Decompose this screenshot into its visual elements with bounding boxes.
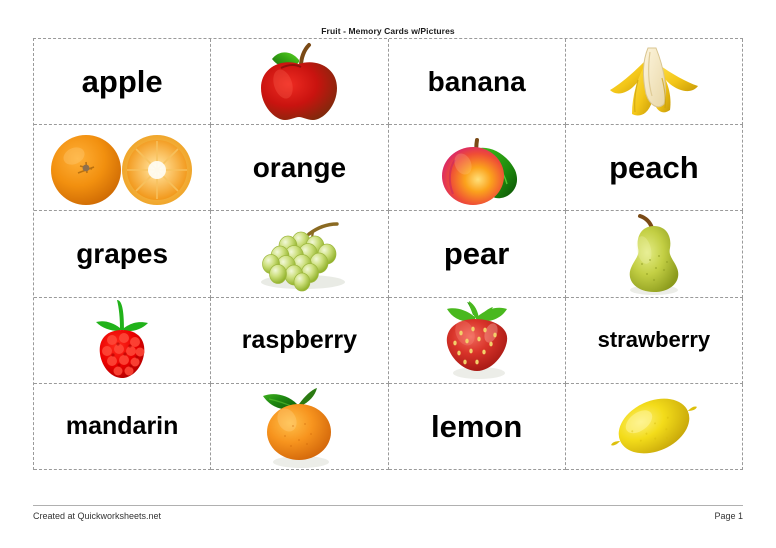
- lemon-icon: [566, 384, 742, 469]
- memory-card-picture[interactable]: [34, 297, 212, 384]
- footer-divider: [33, 505, 743, 506]
- page-title: Fruit - Memory Cards w/Pictures: [321, 26, 455, 36]
- card-word-label: banana: [427, 65, 526, 97]
- card-word-label: mandarin: [65, 411, 179, 440]
- memory-card-word[interactable]: strawberry: [565, 297, 743, 384]
- memory-card-picture[interactable]: [565, 211, 743, 298]
- memory-card-picture[interactable]: [211, 39, 389, 126]
- apple-icon: [211, 39, 387, 124]
- memory-card-picture[interactable]: [565, 383, 743, 470]
- memory-card-picture[interactable]: [388, 125, 566, 212]
- memory-card-picture[interactable]: [565, 39, 743, 126]
- memory-card-word[interactable]: peach: [565, 125, 743, 212]
- strawberry-icon: [389, 298, 565, 383]
- memory-card-word[interactable]: banana: [388, 39, 566, 126]
- memory-card-grid: apple banana orange peach grapes pear ra…: [33, 38, 743, 470]
- peach-icon: [389, 125, 565, 210]
- worksheet-page: Fruit - Memory Cards w/Pictures apple ba…: [0, 0, 776, 548]
- banana-icon: [566, 39, 742, 124]
- memory-card-picture[interactable]: [211, 383, 389, 470]
- footer-credit: Created at Quickworksheets.net: [33, 511, 162, 521]
- memory-card-word[interactable]: pear: [388, 211, 566, 298]
- orange-icon: [34, 125, 210, 210]
- footer-page-number: Page 1: [714, 511, 743, 521]
- card-word-label: grapes: [76, 237, 169, 269]
- card-word-label: lemon: [430, 408, 523, 444]
- card-word-label: pear: [443, 236, 510, 272]
- memory-card-picture[interactable]: [388, 297, 566, 384]
- memory-card-picture[interactable]: [211, 211, 389, 298]
- card-word-label: strawberry: [597, 327, 711, 353]
- card-word-label: raspberry: [241, 325, 358, 354]
- raspberry-icon: [34, 298, 210, 383]
- grapes-icon: [211, 211, 387, 296]
- memory-card-word[interactable]: apple: [34, 39, 212, 126]
- pear-icon: [566, 211, 742, 296]
- memory-card-word[interactable]: mandarin: [34, 383, 212, 470]
- card-word-label: orange: [252, 151, 347, 183]
- card-word-label: apple: [81, 64, 163, 100]
- memory-card-word[interactable]: lemon: [388, 383, 566, 470]
- memory-card-picture[interactable]: [34, 125, 212, 212]
- memory-card-word[interactable]: orange: [211, 125, 389, 212]
- mandarin-icon: [211, 384, 387, 469]
- memory-card-word[interactable]: raspberry: [211, 297, 389, 384]
- memory-card-word[interactable]: grapes: [34, 211, 212, 298]
- card-word-label: peach: [609, 150, 699, 186]
